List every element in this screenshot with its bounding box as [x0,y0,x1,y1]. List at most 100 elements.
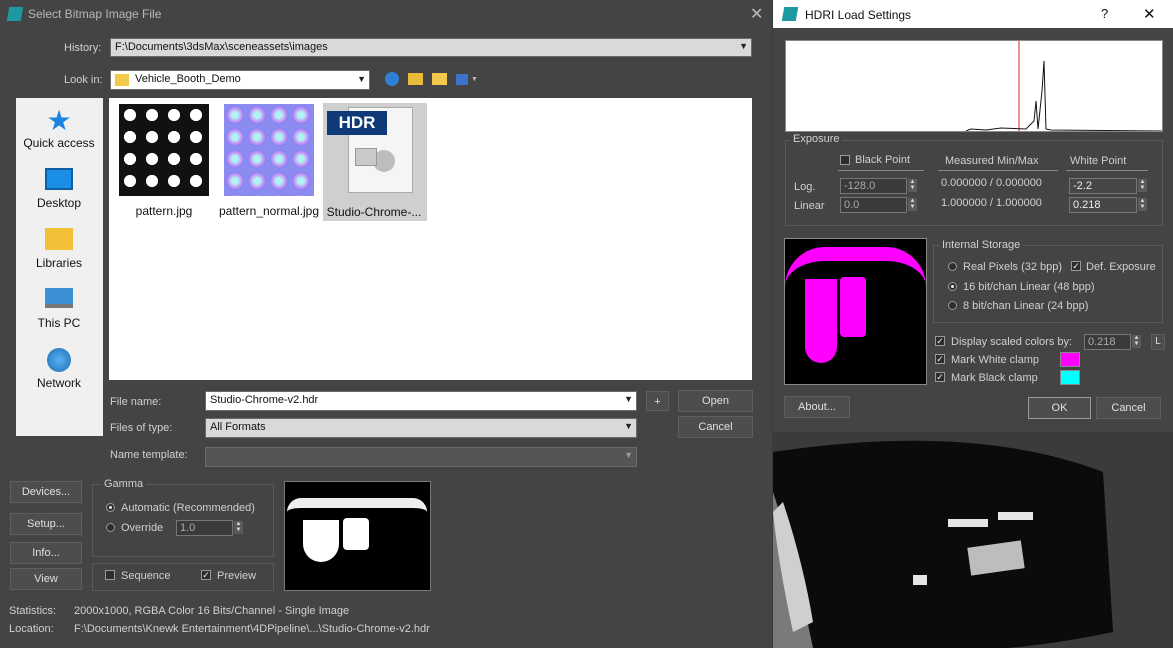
preview-label: Preview [217,570,257,582]
8bit-radio[interactable] [948,301,957,310]
cancel-button[interactable]: Cancel [1096,397,1161,419]
filetype-value: All Formats [210,421,266,433]
chevron-down-icon: ▼ [624,394,633,404]
white-log-input[interactable]: -2.2 [1069,178,1137,194]
sidebar-item-libraries[interactable]: Libraries [13,228,105,270]
def-exposure-checkbox[interactable]: ✓ [1071,261,1081,271]
spinner-icon[interactable]: ▲ ▼ [908,179,917,192]
cancel-button[interactable]: Cancel [678,416,753,438]
devices-button[interactable]: Devices... [10,481,82,503]
up-folder-icon[interactable] [408,73,423,85]
ok-button[interactable]: OK [1028,397,1091,419]
close-icon[interactable]: ✕ [750,4,763,24]
app-logo-icon [781,7,799,21]
help-icon[interactable]: ? [1101,6,1108,21]
file-name: Studio-Chrome-... [326,205,422,219]
def-exposure-label: Def. Exposure [1086,261,1156,273]
storage-title: Internal Storage [939,239,1024,251]
add-button[interactable]: + [646,391,669,411]
gamma-override-radio[interactable] [106,523,115,532]
spinner-icon[interactable]: ▲ ▼ [1138,198,1147,211]
display-scaled-checkbox[interactable]: ✓ [935,336,945,346]
preview-shape [805,279,837,363]
black-point-checkbox[interactable] [840,155,850,165]
16bit-radio[interactable] [948,282,957,291]
nametemplate-dropdown[interactable]: ▼ [205,447,637,467]
dialog-title: HDRI Load Settings [805,8,912,22]
mark-white-checkbox[interactable]: ✓ [935,354,945,364]
thumbnail-weave [119,104,209,196]
divider [1066,170,1148,171]
spinner-icon[interactable]: ▲ ▼ [1138,179,1147,192]
black-linear-input[interactable]: 0.0 [840,197,907,213]
gamma-automatic-label: Automatic (Recommended) [121,502,255,514]
app-logo-icon [6,7,24,21]
folder-icon [115,74,129,86]
file-item-pattern[interactable]: pattern.jpg [113,104,215,218]
preview-shape [287,498,427,512]
image-preview [284,481,431,591]
view-menu-icon[interactable] [456,74,468,85]
car-render [773,432,1173,648]
3d-viewport[interactable] [773,432,1173,648]
places-sidebar: ★ Quick access Desktop Libraries This PC… [16,98,103,436]
gamma-automatic-radio[interactable] [106,503,115,512]
display-scaled-input[interactable]: 0.218 [1084,334,1131,350]
lookin-label: Look in: [64,74,103,86]
16bit-label: 16 bit/chan Linear (48 bpp) [963,281,1095,293]
gamma-override-input[interactable]: 1.0 [176,520,233,536]
hdri-load-settings-dialog: HDRI Load Settings ? ✕ Exposure Black Po… [773,0,1173,432]
histogram-graph [965,41,1163,132]
statistics-label: Statistics: [9,605,57,617]
mark-white-label: Mark White clamp [951,354,1040,366]
info-button[interactable]: Info... [10,542,82,564]
chevron-down-icon: ▼ [624,450,633,460]
sidebar-item-desktop[interactable]: Desktop [13,168,105,210]
sidebar-item-quick-access[interactable]: ★ Quick access [13,107,105,151]
history-dropdown[interactable]: F:\Documents\3dsMax\sceneassets\images ▼ [110,38,752,57]
desktop-icon [45,168,73,190]
computer-icon [45,288,73,308]
exposure-title: Exposure [790,133,843,145]
sidebar-item-label: Quick access [23,136,95,150]
view-button[interactable]: View [10,568,82,590]
back-icon[interactable] [385,72,399,86]
lock-button[interactable]: L [1151,334,1165,350]
file-item-studio-chrome[interactable]: HDR Studio-Chrome-... [323,103,427,221]
mark-white-color-swatch[interactable] [1060,352,1080,367]
close-icon[interactable]: ✕ [1143,5,1156,23]
new-folder-icon[interactable] [432,73,447,85]
file-list: pattern.jpg pattern_normal.jpg HDR Studi… [109,98,752,380]
preview-checkbox[interactable]: ✓ [201,570,211,580]
thumbnail-normal-map [224,104,314,196]
chevron-down-icon: ▼ [739,41,748,51]
filetype-dropdown[interactable]: All Formats ▼ [205,418,637,438]
chevron-down-icon[interactable]: ▼ [471,76,478,83]
white-linear-input[interactable]: 0.218 [1069,197,1137,213]
location-label: Location: [9,623,54,635]
setup-button[interactable]: Setup... [10,513,82,535]
real-pixels-radio[interactable] [948,262,957,271]
sidebar-item-network[interactable]: Network [13,348,105,390]
sidebar-item-label: Desktop [36,196,82,210]
hdr-badge: HDR [327,111,387,135]
8bit-label: 8 bit/chan Linear (24 bpp) [963,300,1089,312]
title-bar: Select Bitmap Image File ✕ [0,0,772,28]
sidebar-item-this-pc[interactable]: This PC [13,288,105,330]
sequence-label: Sequence [121,570,171,582]
mark-black-color-swatch[interactable] [1060,370,1080,385]
lookin-dropdown[interactable]: Vehicle_Booth_Demo ▼ [110,70,370,90]
measured-linear-value: 1.000000 / 1.000000 [941,197,1042,209]
file-item-pattern-normal[interactable]: pattern_normal.jpg [218,104,320,218]
sidebar-item-label: Libraries [35,256,83,270]
about-button[interactable]: About... [784,396,850,418]
open-button[interactable]: Open [678,390,753,412]
spinner-icon[interactable]: ▲ ▼ [1132,335,1141,348]
mark-black-checkbox[interactable]: ✓ [935,372,945,382]
spinner-icon[interactable]: ▲ ▼ [908,198,917,211]
spinner-icon[interactable]: ▲ ▼ [234,521,243,534]
black-log-input[interactable]: -128.0 [840,178,907,194]
histogram[interactable] [785,40,1163,132]
filename-input[interactable]: Studio-Chrome-v2.hdr ▼ [205,391,637,411]
sequence-checkbox[interactable] [105,570,115,580]
